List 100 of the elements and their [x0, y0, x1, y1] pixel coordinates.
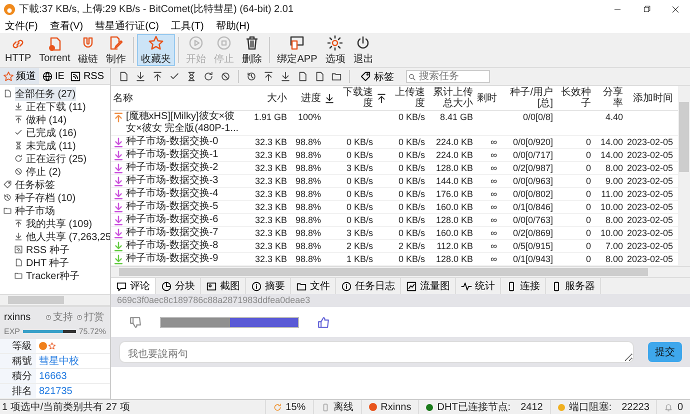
- column-header[interactable]: 添加时间: [625, 86, 675, 110]
- toolbar-button[interactable]: Torrent: [35, 34, 74, 66]
- tree-item[interactable]: 种子市场: [15, 204, 55, 218]
- document-icon[interactable]: [297, 71, 308, 82]
- tree-item[interactable]: 未完成 (11): [26, 138, 76, 152]
- menu-item[interactable]: 查看(V): [46, 18, 86, 33]
- table-cell-text: 1 KB/s: [345, 253, 374, 265]
- thumbs-up-icon[interactable]: [317, 316, 330, 328]
- level-badge-icon: [39, 342, 47, 350]
- table-cell-text: 32.3 KB: [254, 201, 288, 213]
- table-cell-text: 0 KB/s: [397, 136, 426, 148]
- column-header[interactable]: 长效种子: [555, 86, 593, 110]
- status-text: 15%: [286, 402, 306, 412]
- column-header[interactable]: 进度: [289, 86, 323, 110]
- tree-item[interactable]: 我的共享 (109): [26, 216, 92, 230]
- stopped-icon[interactable]: [220, 71, 231, 82]
- table-cell-text: 160.0 KB: [434, 227, 474, 239]
- table-cell-text: 98.8%: [294, 136, 322, 148]
- tree-item[interactable]: 做种 (14): [26, 112, 67, 126]
- tree-item[interactable]: 全部任务 (27): [15, 86, 76, 100]
- tree-item[interactable]: 种子存档 (10): [15, 190, 76, 204]
- user-link[interactable]: 打赏: [84, 310, 104, 324]
- column-header[interactable]: 种子/用户[总]: [499, 86, 555, 110]
- menu-item[interactable]: 帮助(H): [212, 18, 253, 33]
- tree-item[interactable]: DHT 种子: [26, 256, 70, 270]
- table-cell-text: 0 KB/s: [397, 253, 426, 265]
- horizontal-scrollbar[interactable]: [0, 294, 110, 305]
- tree-item[interactable]: 任务标签: [15, 178, 55, 192]
- vertical-scrollbar[interactable]: [678, 86, 690, 266]
- hourglass-icon[interactable]: [186, 71, 197, 82]
- toolbar-button[interactable]: HTTP: [1, 34, 36, 66]
- close-icon[interactable]: [671, 4, 680, 14]
- sidebar-tab[interactable]: RSS: [67, 68, 108, 84]
- toolbar-button[interactable]: 制作: [102, 34, 130, 66]
- table-cell-text: 0/2[0/987]: [512, 162, 554, 174]
- column-header[interactable]: 累计上传总大小: [427, 86, 475, 110]
- upload-icon[interactable]: [376, 92, 386, 104]
- restore-icon[interactable]: [642, 4, 651, 14]
- history-icon[interactable]: [246, 71, 257, 82]
- tree-item[interactable]: 停止 (2): [26, 164, 61, 178]
- table-cell-text: 224.0 KB: [434, 149, 474, 161]
- table-cell-text: 112.0 KB: [436, 240, 474, 252]
- toolbar-button[interactable]: 收藏夹: [137, 34, 176, 66]
- table-cell-text: 32.3 KB: [254, 214, 288, 226]
- column-header[interactable]: 剩时: [475, 86, 499, 110]
- sidebar-tab[interactable]: IE: [39, 68, 68, 84]
- column-header[interactable]: 下载速度: [335, 86, 375, 110]
- column-header[interactable]: 名称: [111, 86, 243, 110]
- tree-item[interactable]: 正在下载 (11): [26, 100, 86, 114]
- tree-item[interactable]: 已完成 (16): [26, 126, 77, 140]
- table-cell-text: 224.0 KB: [434, 136, 474, 148]
- tree-item[interactable]: Tracker种子: [26, 268, 80, 282]
- toolbar-button[interactable]: 磁链: [74, 34, 102, 66]
- column-header[interactable]: 大小: [243, 86, 289, 110]
- toolbar-button[interactable]: 删除: [238, 34, 266, 66]
- star-icon: [48, 342, 56, 350]
- upload-icon[interactable]: [152, 71, 163, 82]
- table-cell-text: 0 KB/s: [345, 136, 374, 148]
- image-icon: [206, 280, 217, 292]
- task-name: 种子市场-数据交换-7: [126, 227, 218, 239]
- horizontal-scrollbar[interactable]: [111, 266, 690, 277]
- tree-item[interactable]: RSS 种子: [26, 242, 70, 256]
- star-icon: [3, 70, 14, 82]
- table-cell-text: 32.3 KB: [254, 227, 288, 239]
- toolbar-button[interactable]: 退出: [349, 34, 378, 66]
- refresh-icon[interactable]: [203, 71, 214, 82]
- table-cell-text: 2023-02-05: [626, 253, 674, 265]
- document-icon[interactable]: [314, 71, 325, 82]
- check-icon[interactable]: [169, 71, 180, 82]
- menu-item[interactable]: 彗星通行证(C): [92, 18, 162, 33]
- menu-item[interactable]: 工具(T): [168, 18, 207, 33]
- tree-item[interactable]: 正在运行 (25): [26, 152, 87, 166]
- detail-tab[interactable]: 评论: [111, 278, 156, 294]
- sidebar-tab[interactable]: 频道: [0, 68, 39, 84]
- column-header[interactable]: 上传速度: [387, 86, 427, 110]
- submit-button[interactable]: 提交: [648, 342, 682, 362]
- document-icon[interactable]: [118, 71, 129, 82]
- table-cell-text: 2023-02-05: [626, 240, 674, 252]
- toolbar-button[interactable]: 选项: [321, 34, 350, 66]
- search-field[interactable]: 搜索任务: [406, 70, 490, 83]
- check-icon: [14, 128, 23, 137]
- folder-icon[interactable]: [331, 71, 342, 82]
- stat-label: 等級: [0, 339, 36, 353]
- status-text: 端口阻塞:: [568, 400, 612, 414]
- tag-button[interactable]: 标签: [354, 68, 400, 84]
- column-header[interactable]: 分享率: [593, 86, 625, 110]
- user-link[interactable]: 支持: [53, 310, 73, 324]
- table-cell-text: 0: [584, 214, 592, 226]
- stat-value: 821735: [38, 386, 72, 396]
- comment-field[interactable]: 我也要說兩句: [119, 341, 634, 363]
- download-icon[interactable]: [324, 92, 334, 104]
- trash-icon: [244, 34, 260, 50]
- download-icon[interactable]: [135, 71, 146, 82]
- thumbs-down-icon[interactable]: [129, 316, 142, 328]
- upload-icon[interactable]: [263, 71, 274, 82]
- table-cell-text: 98.8%: [294, 253, 322, 265]
- toolbar-button[interactable]: 绑定APP: [273, 34, 322, 66]
- info-icon: [341, 280, 352, 292]
- download-icon[interactable]: [280, 71, 291, 82]
- menu-item[interactable]: 文件(F): [2, 18, 41, 33]
